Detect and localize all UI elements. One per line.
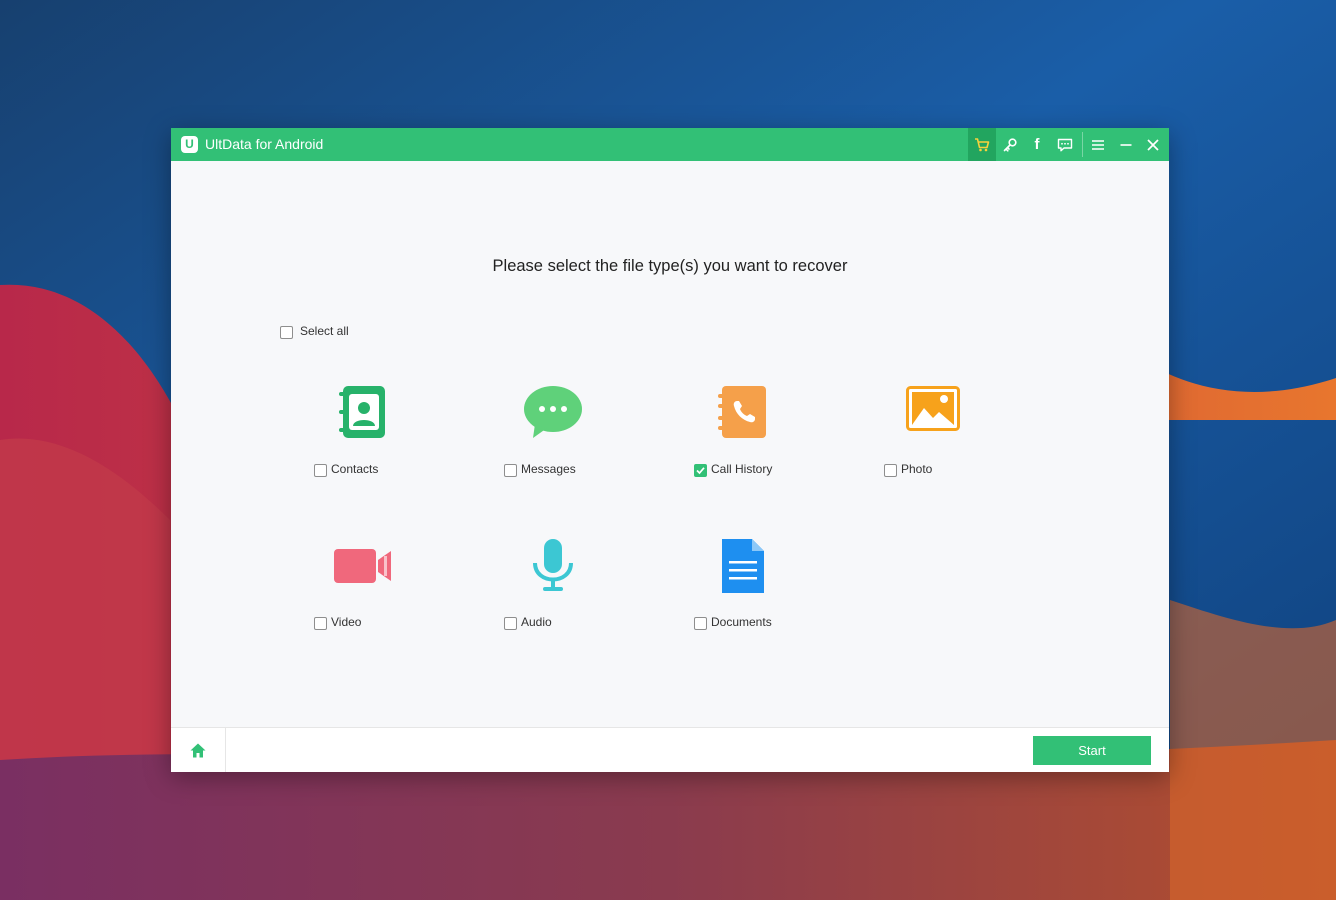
photo-icon: [906, 386, 960, 431]
facebook-button[interactable]: f: [1023, 128, 1051, 161]
contacts-label: Contacts: [331, 462, 379, 476]
audio-icon-wrap: [483, 539, 623, 599]
contacts-icon: [339, 386, 385, 438]
register-key-button[interactable]: [996, 128, 1024, 161]
cart-button[interactable]: [968, 128, 996, 161]
messages-icon: [524, 386, 582, 438]
file-type-call-history[interactable]: Call History: [673, 386, 813, 486]
home-button[interactable]: [171, 728, 226, 772]
file-type-video[interactable]: Video: [293, 539, 433, 639]
messages-label: Messages: [521, 462, 576, 476]
documents-icon: [722, 539, 764, 593]
contacts-checkbox[interactable]: [314, 464, 327, 477]
footer-bar: Start: [171, 727, 1169, 772]
cart-icon: [975, 137, 990, 151]
documents-label: Documents: [711, 615, 772, 629]
file-type-contacts[interactable]: Contacts: [293, 386, 433, 486]
minimize-icon: [1120, 143, 1132, 146]
feedback-icon: [1057, 138, 1073, 151]
documents-icon-wrap: [673, 539, 813, 599]
file-type-photo[interactable]: Photo: [863, 386, 1003, 486]
audio-checkbox[interactable]: [504, 617, 517, 630]
video-icon-wrap: [293, 539, 433, 599]
key-icon: [1003, 137, 1017, 152]
close-icon: [1147, 138, 1159, 151]
title-bar: U UltData for Android f: [171, 128, 1169, 161]
app-logo-letter: U: [185, 137, 194, 151]
app-logo-icon: U: [181, 136, 198, 153]
documents-checkbox[interactable]: [694, 617, 707, 630]
page-heading: Please select the file type(s) you want …: [492, 257, 848, 275]
start-button[interactable]: Start: [1033, 736, 1151, 765]
select-all-label[interactable]: Select all: [300, 324, 349, 338]
file-type-documents[interactable]: Documents: [673, 539, 813, 639]
facebook-icon: f: [1034, 136, 1040, 153]
select-all-checkbox[interactable]: [280, 326, 293, 339]
video-checkbox[interactable]: [314, 617, 327, 630]
photo-label: Photo: [901, 462, 933, 476]
call-history-icon-wrap: [673, 386, 813, 446]
minimize-button[interactable]: [1112, 128, 1140, 161]
main-content: Please select the file type(s) you want …: [171, 161, 1169, 727]
feedback-button[interactable]: [1051, 128, 1079, 161]
menu-button[interactable]: [1084, 128, 1112, 161]
call-history-checkbox[interactable]: [694, 464, 707, 477]
video-label: Video: [331, 615, 362, 629]
close-button[interactable]: [1139, 128, 1167, 161]
photo-checkbox[interactable]: [884, 464, 897, 477]
messages-icon-wrap: [483, 386, 623, 446]
call-history-icon: [718, 386, 766, 438]
audio-label: Audio: [521, 615, 552, 629]
titlebar-divider: [1082, 132, 1083, 157]
call-history-label: Call History: [711, 462, 773, 476]
contacts-icon-wrap: [293, 386, 433, 446]
app-title: UltData for Android: [205, 136, 324, 152]
video-icon: [334, 549, 391, 583]
file-type-messages[interactable]: Messages: [483, 386, 623, 486]
app-window: U UltData for Android f Please select th…: [171, 128, 1169, 772]
messages-checkbox[interactable]: [504, 464, 517, 477]
audio-icon: [533, 539, 573, 591]
menu-icon: [1092, 139, 1104, 150]
checkmark-icon: [696, 467, 705, 475]
photo-icon-wrap: [863, 386, 1003, 446]
file-type-audio[interactable]: Audio: [483, 539, 623, 639]
home-icon: [190, 743, 206, 757]
